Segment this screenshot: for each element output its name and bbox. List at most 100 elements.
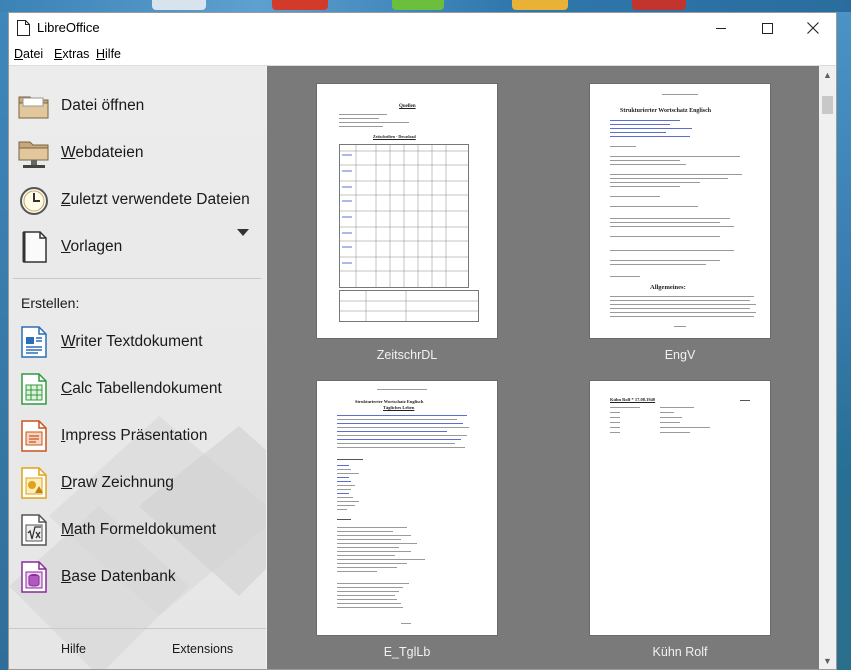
libreoffice-icon: [17, 20, 30, 36]
scroll-up-arrow-icon[interactable]: ▲: [819, 66, 836, 83]
title-bar[interactable]: LibreOffice: [9, 13, 836, 43]
clock-icon: [17, 183, 51, 217]
sidebar-footer: Hilfe Extensions: [9, 628, 266, 669]
doc-heading: Kühn Rolf * 17.08.1940: [610, 397, 656, 402]
accel-letter: B: [61, 568, 72, 585]
impress-icon: [17, 419, 51, 453]
accel-letter: D: [61, 474, 73, 491]
label-rest: riter Textdokument: [75, 333, 203, 350]
menu-accel: H: [96, 47, 106, 61]
remote-folder-icon: [17, 136, 51, 170]
writer-icon: [17, 325, 51, 359]
open-file-button[interactable]: Datei öffnen: [17, 86, 257, 126]
desktop-icon: [512, 0, 568, 10]
base-label: Base Datenbank: [61, 568, 176, 586]
recent-files-button[interactable]: Zuletzt verwendete Dateien: [17, 180, 257, 220]
recent-doc-thumbnail[interactable]: Strukturierter Wortschatz Englisch Tägli…: [317, 381, 497, 635]
folder-icon: [17, 89, 51, 123]
desktop-background: [837, 12, 851, 670]
minimize-button[interactable]: [698, 13, 744, 43]
accel-letter: W: [61, 333, 76, 350]
doc-table: [339, 290, 479, 322]
recent-doc-thumbnail[interactable]: Kühn Rolf * 17.08.1940: [590, 381, 770, 635]
divider: [13, 278, 261, 279]
doc-heading: Strukturierter Wortschatz Englisch: [355, 399, 424, 404]
doc-subheading: Tägliches Leben: [383, 405, 415, 410]
recent-doc-thumbnail[interactable]: Strukturierter Wortschatz Englisch Allge…: [590, 84, 770, 338]
desktop-background: [0, 12, 8, 670]
base-icon: [17, 560, 51, 594]
create-writer-button[interactable]: Writer Textdokument: [17, 322, 257, 362]
create-base-button[interactable]: Base Datenbank: [17, 557, 257, 597]
draw-icon: [17, 466, 51, 500]
label-rest: ase Datenbank: [71, 568, 176, 585]
templates-button[interactable]: Vorlagen: [17, 227, 257, 267]
templates-dropdown-icon[interactable]: [237, 229, 249, 236]
desktop-background: [0, 0, 851, 12]
menu-label: atei: [23, 47, 44, 61]
scroll-down-arrow-icon[interactable]: ▼: [819, 652, 836, 669]
recent-documents-area: Quellen Zeitschriften - Download Zeitsch…: [267, 66, 819, 669]
label-rest: mpress Präsentation: [65, 427, 208, 444]
recent-doc-name: ZeitschrDL: [376, 348, 438, 362]
remote-files-label: Webdateien: [61, 144, 143, 162]
doc-heading: Strukturierter Wortschatz Englisch: [620, 108, 712, 114]
label-rest: uletzt verwendete Dateien: [70, 191, 250, 208]
create-impress-button[interactable]: Impress Präsentation: [17, 416, 257, 456]
draw-label: Draw Zeichnung: [61, 474, 174, 492]
vertical-scrollbar[interactable]: ▲ ▼: [819, 66, 836, 669]
desktop-icon: [632, 0, 686, 10]
create-heading: Erstellen:: [21, 295, 80, 311]
doc-table: [339, 144, 469, 288]
menu-accel: D: [14, 47, 24, 61]
maximize-icon: [761, 22, 773, 34]
start-center-window: LibreOffice Datei Extras Hilfe Datei öff…: [8, 12, 837, 670]
create-calc-button[interactable]: Calc Tabellendokument: [17, 369, 257, 409]
minimize-icon: [715, 27, 726, 29]
accel-letter: C: [61, 380, 73, 397]
desktop-icon: [272, 0, 328, 10]
recent-doc-name: Kühn Rolf: [652, 645, 708, 659]
maximize-button[interactable]: [744, 13, 790, 43]
calc-icon: [17, 372, 51, 406]
recent-doc-name: EngV: [664, 348, 696, 362]
start-center-sidebar: Datei öffnen Webdateien Zuletzt verwende…: [9, 66, 266, 669]
calc-label: Calc Tabellendokument: [61, 380, 222, 398]
label-rest: alc Tabellendokument: [72, 380, 222, 397]
label-rest: orlagen: [70, 238, 123, 255]
doc-subheading: Allgemeines:: [650, 284, 686, 291]
menu-label: xtras: [62, 47, 90, 61]
accel-letter: M: [61, 521, 74, 538]
label-rest: raw Zeichnung: [72, 474, 174, 491]
menu-datei[interactable]: Datei: [14, 47, 43, 61]
writer-label: Writer Textdokument: [61, 333, 203, 351]
recent-files-label: Zuletzt verwendete Dateien: [61, 191, 250, 209]
label-rest: ath Formeldokument: [73, 521, 217, 538]
create-math-button[interactable]: Math Formeldokument: [17, 510, 257, 550]
recent-doc-name: E_TglLb: [383, 645, 431, 659]
doc-heading: Quellen: [399, 104, 416, 109]
recent-doc-thumbnail[interactable]: Quellen Zeitschriften - Download: [317, 84, 497, 338]
open-file-label: Datei öffnen: [61, 97, 145, 114]
templates-label: Vorlagen: [61, 238, 122, 256]
menu-label: ilfe: [105, 47, 122, 61]
impress-label: Impress Präsentation: [61, 427, 207, 445]
close-icon: [807, 22, 819, 34]
doc-subheading: Zeitschriften - Download: [373, 134, 416, 139]
label-rest: ebdateien: [75, 144, 144, 161]
math-icon: [17, 513, 51, 547]
close-button[interactable]: [790, 13, 836, 43]
menu-bar: Datei Extras Hilfe: [9, 43, 836, 66]
accel-letter: W: [61, 144, 76, 161]
window-title: LibreOffice: [37, 20, 100, 35]
desktop-icon: [392, 0, 444, 10]
menu-extras[interactable]: Extras: [54, 47, 89, 61]
remote-files-button[interactable]: Webdateien: [17, 133, 257, 173]
help-button[interactable]: Hilfe: [61, 642, 86, 656]
desktop-icon: [152, 0, 206, 10]
extensions-button[interactable]: Extensions: [172, 642, 233, 656]
menu-hilfe[interactable]: Hilfe: [96, 47, 121, 61]
math-label: Math Formeldokument: [61, 521, 216, 539]
create-draw-button[interactable]: Draw Zeichnung: [17, 463, 257, 503]
scrollbar-thumb[interactable]: [822, 96, 833, 114]
